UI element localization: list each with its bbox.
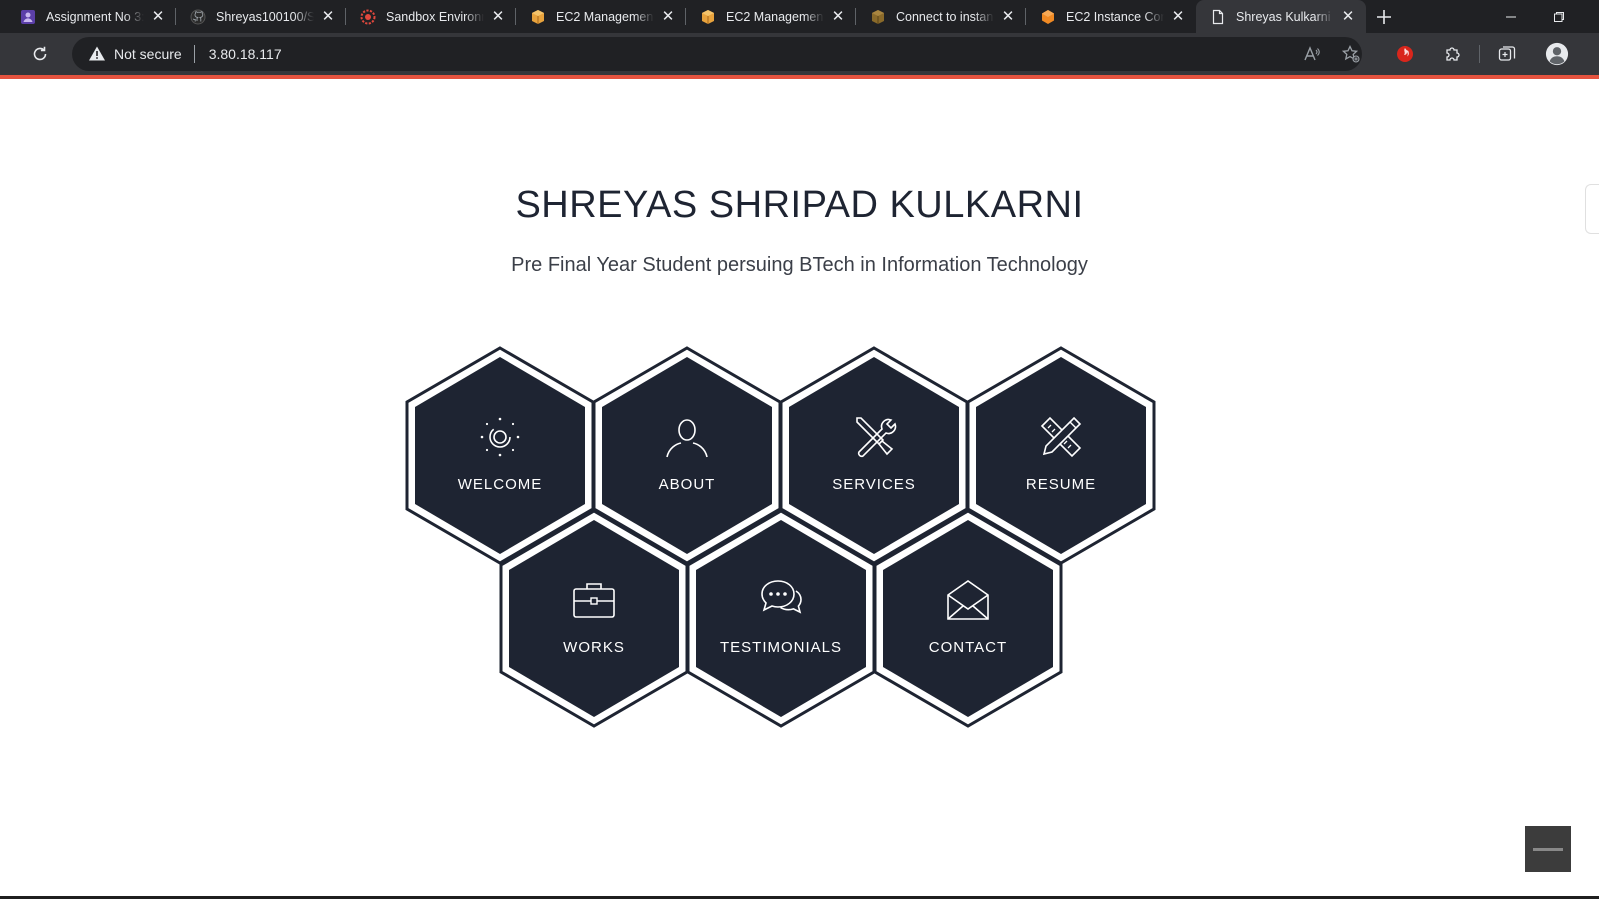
close-icon[interactable]: ✕ (830, 8, 846, 25)
hex-content: WORKS (499, 509, 689, 728)
side-panel-handle[interactable] (1585, 184, 1599, 234)
profile-button[interactable] (1545, 42, 1569, 66)
tab-strip: Assignment No 3: ✕ Shreyas100100/Sh ✕ Sa… (0, 0, 1599, 33)
hex-content: CONTACT (873, 509, 1063, 728)
github-icon (190, 9, 206, 25)
close-icon[interactable]: ✕ (320, 8, 336, 25)
star-add-icon (1341, 44, 1360, 63)
close-icon[interactable]: ✕ (1000, 8, 1016, 25)
plus-icon (1377, 9, 1391, 24)
address-bar[interactable]: Not secure 3.80.18.117 (72, 37, 1362, 71)
sandbox-gear-icon (360, 9, 376, 25)
tab-title: Assignment No 3: (46, 9, 144, 24)
restore-icon (1554, 11, 1564, 22)
tab-title: Sandbox Environm (386, 9, 484, 24)
aws-box-icon (870, 9, 886, 25)
toolbar-divider (1479, 45, 1480, 63)
page-viewport: SHREYAS SHRIPAD KULKARNI Pre Final Year … (0, 79, 1599, 896)
hex-label: SERVICES (832, 476, 916, 493)
close-icon[interactable]: ✕ (1340, 8, 1356, 25)
collections-icon (1498, 46, 1516, 61)
hex-content: TESTIMONIALS (686, 509, 876, 728)
security-status[interactable]: Not secure (114, 46, 182, 62)
close-icon[interactable]: ✕ (1170, 8, 1186, 25)
aws-hex-icon (1040, 9, 1056, 25)
hex-works[interactable]: WORKS (499, 509, 689, 728)
chat-bubbles-icon (761, 580, 802, 614)
tab-title: Shreyas100100/Sh (216, 9, 314, 24)
envelope-icon (947, 580, 989, 620)
thumbnail-bar (1533, 847, 1563, 851)
hex-label: ABOUT (658, 476, 716, 493)
browser-toolbar: Not secure 3.80.18.117 (0, 33, 1599, 75)
collections-button[interactable] (1495, 42, 1519, 66)
tab-github[interactable]: Shreyas100100/Sh ✕ (176, 0, 346, 33)
tab-title: EC2 Instance Con (1066, 9, 1164, 24)
tab-title: Shreyas Kulkarni P (1236, 9, 1334, 24)
hex-label: WORKS (563, 639, 625, 656)
tab-title: Connect to instan (896, 9, 994, 24)
user-purple-icon (20, 9, 36, 25)
hex-label: TESTIMONIALS (719, 639, 843, 656)
tab-ec2-management-2[interactable]: EC2 Management ✕ (686, 0, 856, 33)
minimize-icon (1506, 16, 1516, 17)
tab-connect-instance[interactable]: Connect to instan ✕ (856, 0, 1026, 33)
warning-icon (89, 46, 105, 61)
tab-title: EC2 Management (556, 9, 654, 24)
pencil-ruler-icon (1040, 416, 1082, 458)
puzzle-icon (1446, 47, 1460, 61)
tab-ec2-instance-connect[interactable]: EC2 Instance Con ✕ (1026, 0, 1196, 33)
page-subtitle: Pre Final Year Student persuing BTech in… (511, 254, 1088, 276)
address-divider (193, 45, 195, 63)
hex-label: CONTACT (928, 639, 1008, 656)
extension-red-icon (1397, 46, 1413, 62)
person-icon (666, 419, 708, 458)
sun-spark-icon (480, 417, 520, 457)
aws-box-icon (530, 9, 546, 25)
close-icon[interactable]: ✕ (490, 8, 506, 25)
aws-box-icon (700, 9, 716, 25)
hex-contact[interactable]: CONTACT (873, 509, 1063, 728)
reload-button[interactable] (28, 42, 52, 66)
preview-thumbnail[interactable] (1525, 826, 1571, 872)
hex-label: WELCOME (457, 476, 543, 493)
page-title: SHREYAS SHRIPAD KULKARNI (515, 184, 1084, 226)
close-icon[interactable]: ✕ (660, 8, 676, 25)
tab-shreyas-portfolio[interactable]: Shreyas Kulkarni P ✕ (1196, 0, 1366, 33)
reload-icon (33, 46, 47, 61)
tab-sandbox[interactable]: Sandbox Environm ✕ (346, 0, 516, 33)
avatar-icon (1545, 42, 1569, 66)
extension-red-button[interactable] (1393, 42, 1417, 66)
briefcase-icon (573, 583, 615, 618)
tab-ec2-management-1[interactable]: EC2 Management ✕ (516, 0, 686, 33)
read-aloud-button[interactable] (1300, 42, 1324, 66)
restore-button[interactable] (1536, 0, 1582, 33)
read-aloud-icon (1304, 46, 1320, 61)
tab-assignment[interactable]: Assignment No 3: ✕ (6, 0, 176, 33)
minimize-button[interactable] (1488, 0, 1534, 33)
page-icon (1210, 9, 1226, 25)
new-tab-button[interactable] (1366, 0, 1402, 33)
favorite-button[interactable] (1339, 42, 1363, 66)
url-text[interactable]: 3.80.18.117 (209, 46, 282, 62)
hex-label: RESUME (1025, 476, 1097, 493)
hex-testimonials[interactable]: TESTIMONIALS (686, 509, 876, 728)
extensions-button[interactable] (1441, 42, 1465, 66)
tab-title: EC2 Management (726, 9, 824, 24)
close-icon[interactable]: ✕ (150, 8, 166, 25)
tools-icon (856, 417, 897, 458)
